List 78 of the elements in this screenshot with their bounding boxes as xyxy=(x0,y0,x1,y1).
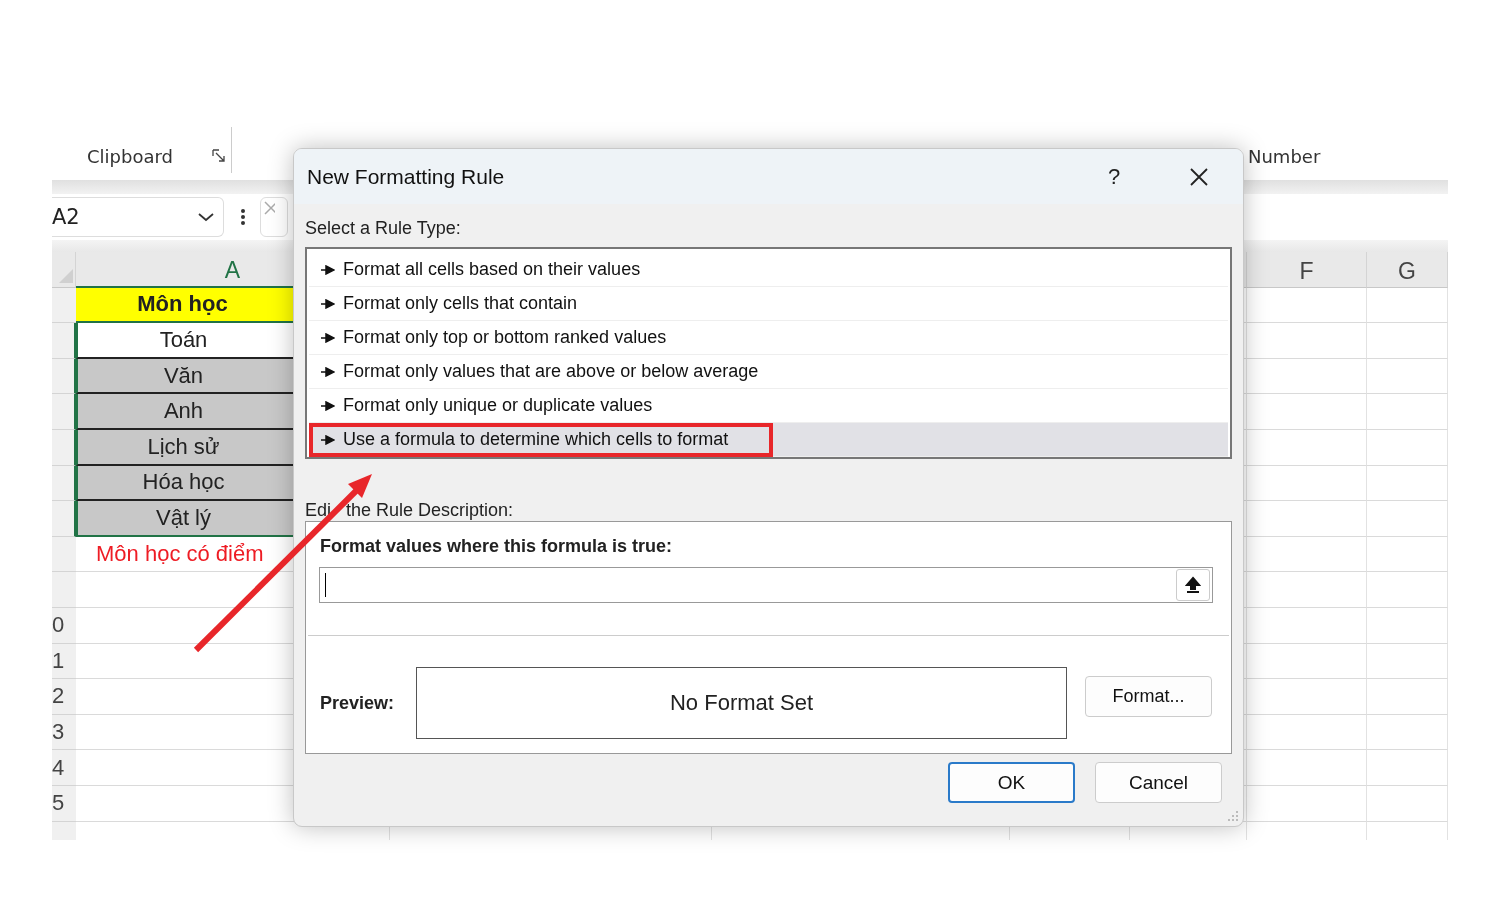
row-header[interactable]: 3 xyxy=(52,714,76,751)
formula-input-field[interactable] xyxy=(319,567,1213,603)
row-header[interactable] xyxy=(52,429,76,466)
table-cell[interactable] xyxy=(1247,750,1367,786)
rule-type-item[interactable]: Format only top or bottom ranked values xyxy=(309,321,1228,355)
table-cell[interactable] xyxy=(1247,785,1367,822)
column-header[interactable]: G xyxy=(1367,252,1448,288)
row-header[interactable] xyxy=(52,394,76,430)
collapse-dialog-button[interactable] xyxy=(1176,569,1210,601)
table-cell[interactable] xyxy=(1367,323,1448,359)
row-header[interactable] xyxy=(52,465,76,502)
table-cell[interactable] xyxy=(1247,394,1367,430)
table-cell[interactable] xyxy=(1367,429,1448,466)
preview-label: Preview: xyxy=(320,692,396,714)
rule-type-item[interactable]: Use a formula to determine which cells to format xyxy=(309,423,1228,457)
table-cell[interactable] xyxy=(1247,536,1367,573)
table-cell[interactable] xyxy=(1247,287,1367,324)
table-cell[interactable] xyxy=(1247,358,1367,395)
dialog-title: New Formatting Rule xyxy=(307,164,506,189)
section-label: Select a Rule Type: xyxy=(305,218,462,240)
row-header[interactable] xyxy=(52,323,76,359)
section-label: Edi xyxy=(305,500,331,522)
rule-type-item[interactable]: Format all cells based on their values xyxy=(309,253,1228,287)
more-options-icon[interactable] xyxy=(240,207,246,227)
table-cell[interactable] xyxy=(1367,679,1448,715)
table-cell[interactable] xyxy=(1367,287,1448,324)
row-header[interactable]: 0 xyxy=(52,607,76,644)
table-cell[interactable] xyxy=(1367,572,1448,608)
table-cell[interactable] xyxy=(1247,643,1367,680)
row-header[interactable]: 4 xyxy=(52,750,76,786)
preview-box: No Format Set xyxy=(416,667,1067,739)
ribbon-group-label: Number xyxy=(1248,145,1321,167)
table-cell[interactable] xyxy=(1247,429,1367,466)
table-cell[interactable] xyxy=(1367,501,1448,537)
rule-type-item[interactable]: Format only cells that contain xyxy=(309,287,1228,321)
table-cell[interactable] xyxy=(1367,536,1448,573)
format-button[interactable]: Format... xyxy=(1085,675,1212,717)
help-button[interactable]: ? xyxy=(1084,156,1144,197)
table-cell[interactable] xyxy=(1247,679,1367,715)
row-header[interactable] xyxy=(52,501,76,537)
row-header[interactable]: 1 xyxy=(52,643,76,680)
row-header[interactable]: 2 xyxy=(52,679,76,715)
rule-type-list[interactable] xyxy=(305,247,1232,459)
table-cell[interactable] xyxy=(1367,785,1448,822)
table-cell[interactable] xyxy=(1367,358,1448,395)
table-cell[interactable] xyxy=(1247,323,1367,359)
cancel-button[interactable]: Cancel xyxy=(1095,762,1222,803)
table-cell[interactable] xyxy=(1367,750,1448,786)
close-icon xyxy=(1189,166,1209,187)
row-header[interactable] xyxy=(52,358,76,395)
table-cell[interactable] xyxy=(1247,501,1367,537)
name-box[interactable]: A2 xyxy=(52,197,224,237)
table-cell[interactable] xyxy=(1247,714,1367,751)
table-cell[interactable] xyxy=(1367,394,1448,430)
select-all-corner[interactable] xyxy=(52,252,76,288)
resize-grip-icon[interactable] xyxy=(1226,809,1240,823)
row-header[interactable]: 5 xyxy=(52,785,76,822)
pointer-icon xyxy=(321,298,335,309)
chevron-down-icon xyxy=(197,211,215,223)
cancel-entry-button[interactable] xyxy=(260,197,288,237)
pointer-icon xyxy=(321,264,335,275)
table-cell[interactable] xyxy=(1247,607,1367,644)
pointer-icon xyxy=(321,366,335,377)
table-cell[interactable] xyxy=(1367,465,1448,502)
table-cell[interactable] xyxy=(1247,572,1367,608)
upload-arrow-icon xyxy=(1185,576,1201,594)
pointer-icon xyxy=(321,400,335,411)
table-cell[interactable] xyxy=(1247,465,1367,502)
table-cell[interactable] xyxy=(1367,607,1448,644)
pointer-icon xyxy=(321,434,335,445)
pointer-icon xyxy=(321,332,335,343)
ribbon-group-label: Clipboard xyxy=(87,145,173,167)
ok-button[interactable]: OK xyxy=(948,762,1075,803)
table-cell[interactable] xyxy=(1367,643,1448,680)
dialog-launcher-icon[interactable] xyxy=(211,148,227,164)
rule-type-item[interactable]: Format only values that are above or below average xyxy=(309,355,1228,389)
table-cell[interactable] xyxy=(1367,714,1448,751)
column-header[interactable]: F xyxy=(1247,252,1367,288)
